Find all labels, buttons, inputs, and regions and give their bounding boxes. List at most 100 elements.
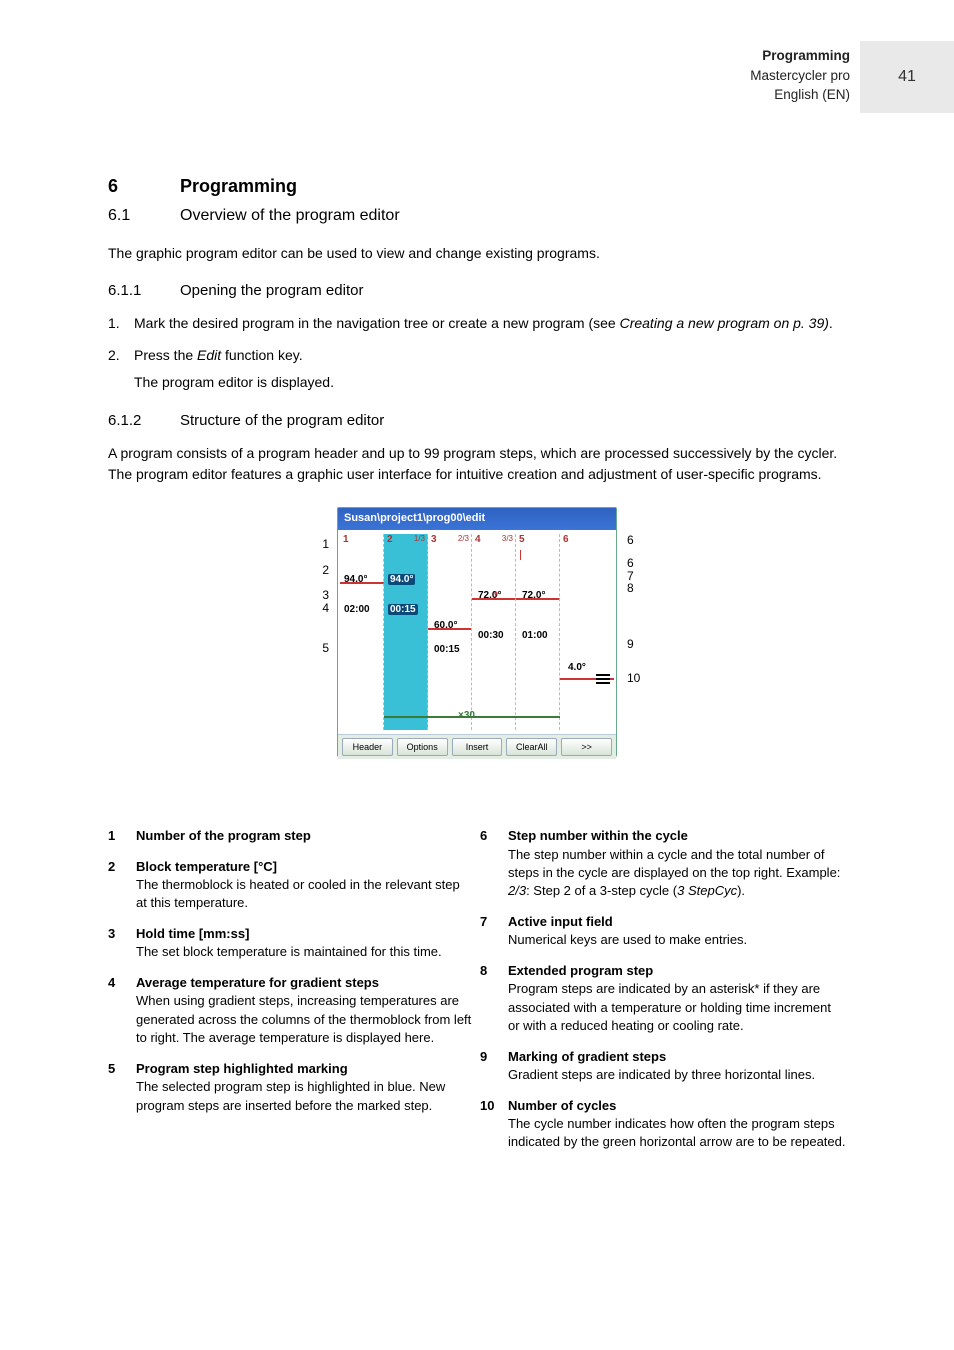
options-button[interactable]: Options: [397, 738, 448, 756]
content: 6 Programming 6.1 Overview of the progra…: [0, 0, 954, 1164]
running-header: Programming Mastercycler pro English (EN…: [750, 46, 850, 105]
step-number: 2.: [108, 345, 124, 394]
step-num: 5: [519, 534, 525, 545]
legend-title: Number of cycles: [508, 1097, 846, 1115]
figure-legend: 1 Number of the program step 2 Block tem…: [108, 827, 846, 1164]
legend-desc: The cycle number indicates how often the…: [508, 1116, 846, 1149]
editor-step-3[interactable]: 3 2/3 60.0° 00:15: [428, 534, 472, 730]
heading-6-1-2-num: 6.1.2: [108, 412, 142, 429]
legend-desc: Numerical keys are used to make entries.: [508, 932, 747, 947]
step-time: 02:00: [344, 604, 370, 615]
step-1-text-pre: Mark the desired program in the navigati…: [134, 315, 620, 331]
callout-10: 10: [627, 671, 653, 685]
legend-desc: Program steps are indicated by an asteri…: [508, 981, 831, 1033]
clearall-button[interactable]: ClearAll: [506, 738, 557, 756]
heading-6-1-1-num: 6.1.1: [108, 282, 142, 299]
legend-num: 10: [480, 1097, 498, 1152]
heading-6-1-1: 6.1.1 Opening the program editor: [108, 282, 846, 299]
legend-num: 6: [480, 827, 498, 901]
step-2-key: Edit: [197, 347, 221, 363]
structure-paragraph: A program consists of a program header a…: [108, 443, 846, 485]
legend-desc-post: ).: [737, 883, 745, 898]
legend-col-right: 6 Step number within the cycle The step …: [480, 827, 846, 1164]
page-number-tab: 41: [860, 41, 954, 113]
callout-2: 2: [303, 563, 329, 577]
legend-title: Program step highlighted marking: [136, 1060, 474, 1078]
editor-step-1[interactable]: 1 94.0° 02:00: [340, 534, 384, 730]
legend-item-2: 2 Block temperature [°C]The thermoblock …: [108, 858, 474, 913]
cycle-count: ×30: [458, 710, 475, 721]
callout-9: 9: [627, 637, 653, 651]
header-button[interactable]: Header: [342, 738, 393, 756]
step-temp: 94.0°: [388, 574, 415, 585]
program-editor-figure: 1 2 3 4 5 6 6 7 8 9 10 Susan\project1\pr…: [227, 507, 727, 787]
editor-step-6[interactable]: 6 4.0°: [560, 534, 614, 730]
step-temp: 72.0°: [522, 590, 545, 601]
legend-item-1: 1 Number of the program step: [108, 827, 474, 845]
step-temp: 94.0°: [344, 574, 367, 585]
heading-6-1: 6.1 Overview of the program editor: [108, 207, 846, 225]
legend-title: Extended program step: [508, 962, 846, 980]
legend-title: Block temperature [°C]: [136, 858, 474, 876]
step-num: 2: [387, 534, 393, 545]
page: 41 Programming Mastercycler pro English …: [0, 0, 954, 1350]
callout-1: 1: [303, 537, 329, 551]
callout-4: 4: [322, 601, 329, 615]
legend-title: Marking of gradient steps: [508, 1048, 815, 1066]
figure-wrap: 1 2 3 4 5 6 6 7 8 9 10 Susan\project1\pr…: [108, 507, 846, 787]
step-number: 1.: [108, 313, 124, 335]
editor-step-4[interactable]: 4 3/3 72.0° 00:30: [472, 534, 516, 730]
heading-6-1-1-title: Opening the program editor: [180, 282, 363, 299]
legend-item-10: 10 Number of cyclesThe cycle number indi…: [480, 1097, 846, 1152]
step-num: 6: [563, 534, 569, 545]
legend-desc: When using gradient steps, increasing te…: [136, 993, 471, 1045]
editor-step-5[interactable]: 5 72.0° 01:00: [516, 534, 560, 730]
heading-6-1-title: Overview of the program editor: [180, 207, 400, 225]
editor-body: 1 94.0° 02:00 2 1/3 94.0° 00:15 3 2/: [338, 530, 616, 734]
legend-desc-ex2: 3 StepCyc: [677, 883, 737, 898]
step-2-text-pre: Press the: [134, 347, 197, 363]
legend-desc: The set block temperature is maintained …: [136, 944, 442, 959]
step-num: 1: [343, 534, 349, 545]
heading-6-title: Programming: [180, 176, 297, 197]
procedure-step-1: 1. Mark the desired program in the navig…: [108, 313, 846, 335]
legend-item-7: 7 Active input fieldNumerical keys are u…: [480, 913, 846, 950]
legend-num: 5: [108, 1060, 126, 1115]
legend-title: Step number within the cycle: [508, 827, 846, 845]
callout-5: 5: [303, 641, 329, 655]
insert-button[interactable]: Insert: [452, 738, 503, 756]
legend-item-5: 5 Program step highlighted markingThe se…: [108, 1060, 474, 1115]
step-temp: 4.0°: [568, 662, 586, 673]
legend-num: 9: [480, 1048, 498, 1085]
callout-3-4: 3 4: [303, 589, 329, 614]
cycle-fraction: 1/3: [414, 534, 425, 543]
editor-step-2-selected[interactable]: 2 1/3 94.0° 00:15: [384, 534, 428, 730]
legend-title: Hold time [mm:ss]: [136, 925, 442, 943]
legend-item-8: 8 Extended program stepProgram steps are…: [480, 962, 846, 1036]
legend-num: 3: [108, 925, 126, 962]
procedure-list: 1. Mark the desired program in the navig…: [108, 313, 846, 394]
legend-title: Average temperature for gradient steps: [136, 974, 474, 992]
header-section: Programming: [762, 48, 850, 63]
heading-6-1-2-title: Structure of the program editor: [180, 412, 384, 429]
step-time: 00:30: [478, 630, 504, 641]
asterisk-icon: *: [494, 590, 498, 602]
legend-num: 4: [108, 974, 126, 1048]
legend-num: 1: [108, 827, 126, 845]
step-1-link: Creating a new program on p. 39): [620, 315, 829, 331]
legend-num: 7: [480, 913, 498, 950]
step-time: 00:15: [434, 644, 460, 655]
cycle-fraction: 2/3: [458, 534, 469, 543]
step-1-text-post: .: [829, 315, 833, 331]
step-num: 3: [431, 534, 437, 545]
page-number: 41: [898, 68, 916, 86]
step-num: 4: [475, 534, 481, 545]
more-button[interactable]: >>: [561, 738, 612, 756]
intro-paragraph: The graphic program editor can be used t…: [108, 243, 846, 264]
step-2-result: The program editor is displayed.: [134, 372, 334, 394]
heading-6-1-num: 6.1: [108, 207, 126, 225]
heading-6: 6 Programming: [108, 176, 846, 197]
callout-8: 8: [627, 581, 634, 595]
editor-toolbar: Header Options Insert ClearAll >>: [338, 734, 616, 759]
step-temp: 60.0°: [434, 620, 457, 631]
